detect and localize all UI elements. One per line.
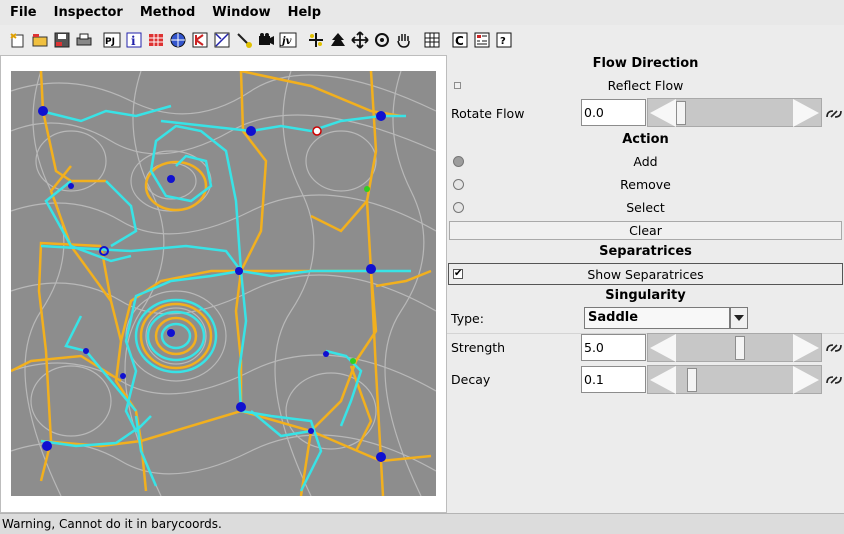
slider-left-arrow[interactable] [650, 334, 676, 362]
slider-thumb[interactable] [686, 368, 697, 392]
control-panel: Flow Direction Reflect Flow Rotate Flow … [447, 55, 844, 395]
singularity-title: Singularity [605, 288, 686, 303]
kb-icon[interactable] [190, 30, 210, 50]
rotate-flow-slider[interactable] [647, 98, 822, 127]
tree-icon[interactable] [328, 30, 348, 50]
strength-field[interactable]: 5.0 [581, 334, 646, 361]
add-label: Add [633, 154, 658, 169]
singularity-point[interactable] [350, 358, 356, 364]
toolbar: PJ i jv C ? [0, 27, 844, 53]
transform-icon[interactable] [212, 30, 232, 50]
decay-field[interactable]: 0.1 [581, 366, 646, 393]
rotate-icon[interactable] [372, 30, 392, 50]
singularity-point[interactable] [376, 452, 386, 462]
singularity-point[interactable] [38, 106, 48, 116]
axes-icon[interactable] [306, 30, 326, 50]
separatrices-title: Separatrices [599, 244, 692, 259]
rotate-flow-label: Rotate Flow [451, 106, 525, 121]
menu-help[interactable]: Help [282, 0, 332, 25]
menubar: File Inspector Method Window Help [0, 0, 844, 25]
strength-label: Strength [451, 340, 506, 355]
help-icon[interactable]: ? [494, 30, 514, 50]
reflect-flow-label: Reflect Flow [607, 78, 684, 93]
menu-window[interactable]: Window [206, 0, 281, 25]
singularity-point[interactable] [167, 175, 175, 183]
slider-thumb[interactable] [734, 336, 745, 360]
chain-link-icon[interactable] [825, 339, 843, 357]
singularity-point[interactable] [167, 329, 175, 337]
singularity-point[interactable] [364, 186, 370, 192]
slider-thumb[interactable] [676, 101, 686, 125]
svg-text:i: i [131, 34, 136, 48]
flow-direction-title: Flow Direction [592, 56, 699, 71]
new-icon[interactable] [8, 30, 28, 50]
menu-file[interactable]: File [4, 0, 48, 25]
move-icon[interactable] [350, 30, 370, 50]
slider-right-arrow[interactable] [793, 366, 819, 394]
layers-icon[interactable] [472, 30, 492, 50]
menu-inspector[interactable]: Inspector [48, 0, 134, 25]
chain-link-icon[interactable] [825, 105, 843, 123]
flow-canvas[interactable] [0, 55, 447, 513]
slider-left-arrow[interactable] [650, 99, 676, 127]
rotate-flow-field[interactable]: 0.0 [581, 99, 646, 126]
panel-empty-area [447, 395, 844, 513]
status-bar: Warning, Cannot do it in barycoords. [0, 513, 844, 534]
action-title: Action [622, 132, 669, 147]
svg-text:C: C [455, 34, 464, 48]
pj-icon[interactable]: PJ [102, 30, 122, 50]
type-label: Type: [451, 311, 484, 326]
singularity-point[interactable] [376, 111, 386, 121]
remove-label: Remove [620, 177, 671, 192]
svg-text:?: ? [500, 36, 506, 47]
slider-left-arrow[interactable] [650, 366, 676, 394]
singularity-point[interactable] [308, 428, 314, 434]
svg-text:PJ: PJ [105, 37, 115, 47]
singularity-point[interactable] [235, 267, 243, 275]
flow-field-plot[interactable] [11, 71, 436, 496]
singularity-point[interactable] [68, 183, 74, 189]
select-label: Select [626, 200, 665, 215]
hand-icon[interactable] [394, 30, 414, 50]
svg-text:jv: jv [280, 36, 292, 47]
slider-right-arrow[interactable] [793, 99, 819, 127]
clear-button[interactable]: Clear [449, 221, 842, 240]
save-icon[interactable] [52, 30, 72, 50]
singularity-point[interactable] [366, 264, 376, 274]
singularity-point[interactable] [312, 126, 322, 136]
info-icon[interactable]: i [124, 30, 144, 50]
decay-label: Decay [451, 372, 491, 387]
js-icon[interactable]: jv [278, 30, 298, 50]
singularity-point[interactable] [83, 348, 89, 354]
singularity-point[interactable] [236, 402, 246, 412]
strength-slider[interactable] [647, 333, 822, 362]
chevron-down-icon[interactable] [730, 307, 748, 329]
singularity-point[interactable] [42, 441, 52, 451]
open-icon[interactable] [30, 30, 50, 50]
show-separatrices-label: Show Separatrices [587, 267, 704, 282]
chain-link-icon[interactable] [825, 371, 843, 389]
show-separatrices-row[interactable]: ✔ Show Separatrices [448, 263, 843, 285]
c-icon[interactable]: C [450, 30, 470, 50]
slider-right-arrow[interactable] [793, 334, 819, 362]
type-select[interactable]: Saddle [584, 307, 730, 329]
sphere-icon[interactable] [168, 30, 188, 50]
print-icon[interactable] [74, 30, 94, 50]
table-icon[interactable] [422, 30, 442, 50]
camera-icon[interactable] [256, 30, 276, 50]
singularity-point[interactable] [323, 351, 329, 357]
grid-icon[interactable] [146, 30, 166, 50]
menu-method[interactable]: Method [134, 0, 206, 25]
brush-icon[interactable] [234, 30, 254, 50]
singularity-point[interactable] [246, 126, 256, 136]
decay-slider[interactable] [647, 365, 822, 394]
singularity-point[interactable] [120, 373, 126, 379]
